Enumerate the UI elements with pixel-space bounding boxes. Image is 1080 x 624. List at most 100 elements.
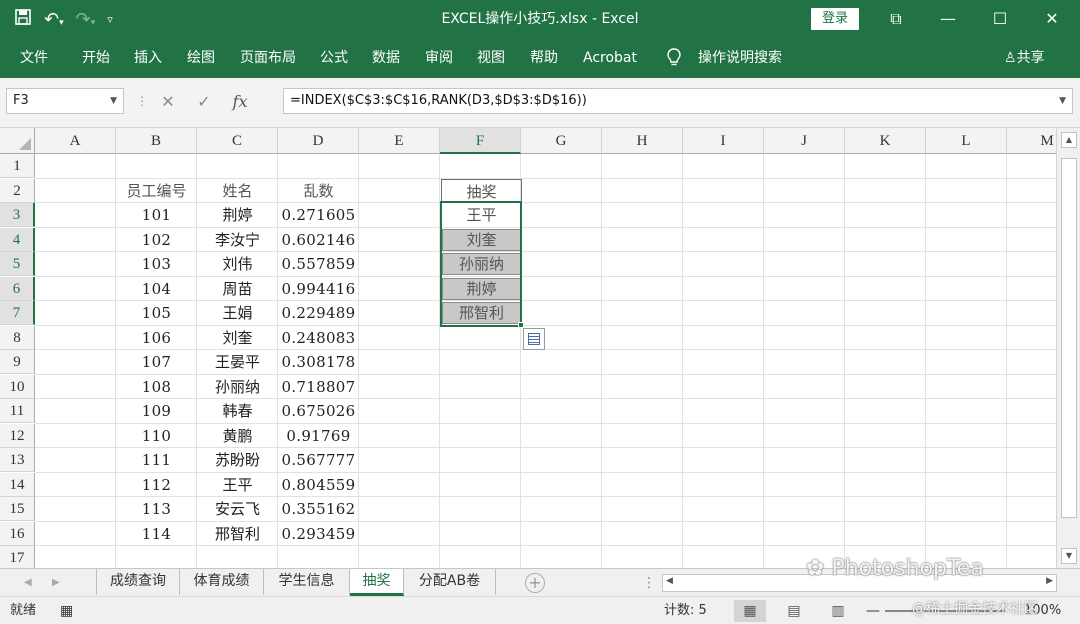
tab-insert[interactable]: 插入: [134, 38, 162, 78]
add-sheet-icon[interactable]: +: [525, 573, 545, 593]
column-header-a[interactable]: A: [35, 128, 116, 154]
cell-random[interactable]: 0.271605: [278, 203, 359, 227]
cell-name[interactable]: 荆婷: [197, 203, 278, 227]
column-header-c[interactable]: C: [197, 128, 278, 154]
ribbon-display-options-icon[interactable]: ⧉: [876, 0, 916, 38]
insert-function-icon[interactable]: fx: [222, 92, 258, 111]
normal-view-icon[interactable]: ▦: [734, 600, 766, 622]
page-layout-view-icon[interactable]: ▤: [778, 600, 810, 622]
tab-acrobat[interactable]: Acrobat: [583, 38, 637, 78]
more-options-icon[interactable]: ⋮: [642, 569, 656, 597]
column-header-e[interactable]: E: [359, 128, 440, 154]
column-header-l[interactable]: L: [926, 128, 1007, 154]
sheet-tab-score-query[interactable]: 成绩查询: [96, 569, 180, 595]
scroll-thumb[interactable]: [1061, 158, 1077, 518]
cell-employee-id[interactable]: 104: [116, 277, 197, 301]
column-header-i[interactable]: I: [683, 128, 764, 154]
enter-icon[interactable]: ✓: [186, 92, 222, 111]
lottery-winner-cell[interactable]: 荆婷: [442, 277, 521, 300]
row-header-15[interactable]: 15: [0, 497, 35, 521]
cell-random[interactable]: 0.718807: [278, 375, 359, 399]
column-header-f[interactable]: F: [440, 128, 521, 154]
cell-employee-id[interactable]: 113: [116, 497, 197, 521]
cell-random[interactable]: 0.229489: [278, 301, 359, 325]
cell-employee-id[interactable]: 102: [116, 228, 197, 252]
sheet-tab-ab-papers[interactable]: 分配AB卷: [404, 569, 496, 595]
cell-employee-id[interactable]: 106: [116, 326, 197, 350]
minimize-icon[interactable]: —: [928, 0, 968, 38]
cell-name[interactable]: 孙丽纳: [197, 375, 278, 399]
cell-random[interactable]: 0.567777: [278, 448, 359, 472]
tab-formulas[interactable]: 公式: [320, 38, 348, 78]
tab-view[interactable]: 视图: [477, 38, 505, 78]
column-header-b[interactable]: B: [116, 128, 197, 154]
row-header-11[interactable]: 11: [0, 399, 35, 423]
column-header-k[interactable]: K: [845, 128, 926, 154]
next-sheet-icon[interactable]: ▶: [52, 569, 60, 597]
tab-file[interactable]: 文件: [20, 38, 48, 78]
cell-name[interactable]: 李汝宁: [197, 228, 278, 252]
row-header-10[interactable]: 10: [0, 374, 35, 399]
cell-random[interactable]: 0.248083: [278, 326, 359, 350]
cell-name[interactable]: 黄鹏: [197, 424, 278, 448]
column-header-h[interactable]: H: [602, 128, 683, 154]
row-header-16[interactable]: 16: [0, 521, 35, 546]
sheet-tab-sports-score[interactable]: 体育成绩: [180, 569, 264, 595]
scroll-down-icon[interactable]: ▼: [1061, 548, 1077, 564]
row-header-5[interactable]: 5: [0, 252, 35, 276]
column-header-j[interactable]: J: [764, 128, 845, 154]
cell-random[interactable]: 0.355162: [278, 497, 359, 521]
cell-employee-id[interactable]: 107: [116, 350, 197, 374]
cell-employee-id[interactable]: 109: [116, 399, 197, 423]
cell-name[interactable]: 安云飞: [197, 497, 278, 521]
row-header-2[interactable]: 2: [0, 178, 35, 203]
expand-formula-icon[interactable]: ▼: [1059, 89, 1066, 113]
cell-employee-id[interactable]: 110: [116, 424, 197, 448]
tell-me-search[interactable]: 操作说明搜索: [698, 38, 782, 78]
header-employee-id[interactable]: 员工编号: [116, 179, 197, 203]
share-button[interactable]: ♙共享: [1004, 38, 1045, 78]
cell-employee-id[interactable]: 114: [116, 522, 197, 546]
chevron-down-icon[interactable]: ▼: [110, 89, 117, 113]
cell-name[interactable]: 刘伟: [197, 252, 278, 276]
cell-random[interactable]: 0.91769: [278, 424, 359, 448]
vertical-scrollbar[interactable]: ▲ ▼: [1056, 128, 1080, 568]
cell-name[interactable]: 王平: [197, 473, 278, 497]
prev-sheet-icon[interactable]: ◀: [24, 569, 32, 597]
scroll-up-icon[interactable]: ▲: [1061, 132, 1077, 148]
cell-employee-id[interactable]: 108: [116, 375, 197, 399]
login-button[interactable]: 登录: [811, 8, 859, 30]
name-box[interactable]: F3 ▼: [6, 88, 124, 114]
cell-name[interactable]: 王晏平: [197, 350, 278, 374]
row-header-6[interactable]: 6: [0, 276, 35, 301]
cell-employee-id[interactable]: 105: [116, 301, 197, 325]
cell-random[interactable]: 0.602146: [278, 228, 359, 252]
cell-employee-id[interactable]: 112: [116, 473, 197, 497]
close-icon[interactable]: ✕: [1032, 0, 1072, 38]
row-header-13[interactable]: 13: [0, 448, 35, 472]
column-header-m[interactable]: M: [1007, 128, 1056, 154]
header-name[interactable]: 姓名: [197, 179, 278, 203]
row-header-3[interactable]: 3: [0, 203, 35, 227]
spreadsheet-grid[interactable]: A B C D E F G H I J K L M 1 2 3 4 5 6 7 8 9 10 11 12 13 14 15 16 17 员工…: [0, 128, 1056, 568]
cell-random[interactable]: 0.804559: [278, 473, 359, 497]
formula-input[interactable]: =INDEX($C$3:$C$16,RANK(D3,$D$3:$D$16)) ▼: [283, 88, 1073, 114]
quick-analysis-icon[interactable]: [523, 327, 545, 350]
tab-draw[interactable]: 绘图: [187, 38, 215, 78]
page-break-view-icon[interactable]: ▥: [822, 600, 854, 622]
tab-help[interactable]: 帮助: [530, 38, 558, 78]
zoom-out-icon[interactable]: —: [866, 597, 880, 624]
cell-name[interactable]: 刘奎: [197, 326, 278, 350]
cell-name[interactable]: 周苗: [197, 277, 278, 301]
cell-name[interactable]: 邢智利: [197, 522, 278, 546]
row-header-12[interactable]: 12: [0, 423, 35, 448]
lottery-winner-cell[interactable]: 王平: [441, 203, 522, 227]
macro-record-icon[interactable]: ▦: [60, 597, 73, 624]
lottery-winner-cell[interactable]: 孙丽纳: [442, 253, 521, 275]
sheet-tab-student-info[interactable]: 学生信息: [264, 569, 350, 595]
row-header-17[interactable]: 17: [0, 546, 35, 568]
tab-page-layout[interactable]: 页面布局: [240, 38, 296, 78]
select-all-corner[interactable]: [0, 128, 35, 154]
more-options-icon[interactable]: ⋮: [134, 94, 150, 108]
tab-home[interactable]: 开始: [82, 38, 110, 78]
